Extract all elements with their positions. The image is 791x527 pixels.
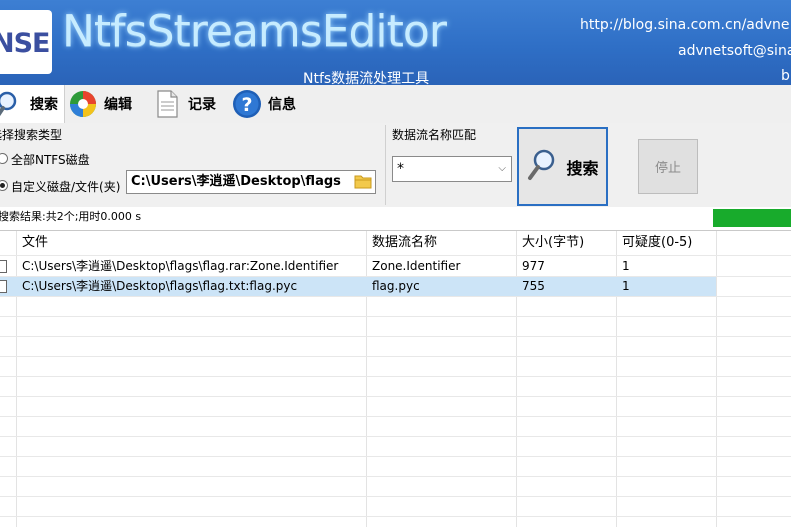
magnifier-icon bbox=[0, 89, 24, 119]
cell-stream-name: Zone.Identifier bbox=[372, 259, 461, 273]
tab-edit[interactable]: 编辑 bbox=[68, 85, 132, 123]
tab-info[interactable]: ? 信息 bbox=[232, 85, 296, 123]
grid-line bbox=[0, 356, 791, 357]
search-type-group-label: 选择搜索类型 bbox=[0, 128, 63, 142]
app-title: NtfsStreamsEditor bbox=[62, 6, 447, 57]
document-icon bbox=[152, 89, 182, 119]
cell-file: C:\Users\李逍遥\Desktop\flags\flag.txt:flag… bbox=[22, 279, 298, 293]
cell-size: 755 bbox=[522, 279, 545, 293]
progress-bar bbox=[713, 209, 791, 227]
stop-button-label: 停止 bbox=[654, 161, 681, 176]
stream-match-value: * bbox=[397, 161, 404, 177]
radio-custom-path-label: 自定义磁盘/文件(夹) bbox=[11, 180, 121, 194]
tab-search[interactable]: 搜索 bbox=[0, 85, 65, 123]
search-button-label: 搜索 bbox=[566, 158, 599, 178]
app-banner: NSE NtfsStreamsEditor Ntfs数据流处理工具 http:/… bbox=[0, 0, 791, 85]
author-url-link[interactable]: http://blog.sina.com.cn/advne bbox=[580, 17, 790, 33]
grid-line bbox=[0, 516, 791, 517]
grid-line bbox=[0, 376, 791, 377]
column-header-stream-name[interactable]: 数据流名称 bbox=[366, 231, 516, 255]
path-input[interactable]: C:\Users\李逍遥\Desktop\flags bbox=[126, 170, 376, 194]
grid-line bbox=[0, 396, 791, 397]
options-divider bbox=[385, 125, 386, 205]
cell-suspicion: 1 bbox=[622, 279, 630, 293]
grid-line bbox=[0, 476, 791, 477]
column-header-size[interactable]: 大小(字节) bbox=[516, 231, 616, 255]
grid-line bbox=[0, 296, 791, 297]
stream-match-select[interactable]: * ⌵ bbox=[392, 156, 512, 182]
author-email-link[interactable]: advnetsoft@sina bbox=[678, 43, 791, 59]
tab-records[interactable]: 记录 bbox=[152, 85, 216, 123]
result-status-text: 搜索结果:共2个;用时0.000 s bbox=[0, 210, 142, 223]
grid-line bbox=[0, 316, 791, 317]
grid-line bbox=[0, 436, 791, 437]
column-header-file[interactable]: 文件 bbox=[16, 231, 366, 255]
column-header-suspicion[interactable]: 可疑度(0-5) bbox=[616, 231, 716, 255]
row-checkbox[interactable] bbox=[0, 260, 7, 273]
toolbar: 搜索 编辑 记录 ? 信息 bbox=[0, 85, 791, 124]
tab-search-label: 搜索 bbox=[30, 97, 58, 113]
stop-button[interactable]: 停止 bbox=[638, 139, 698, 194]
cell-stream-name: flag.pyc bbox=[372, 279, 420, 293]
grid-line bbox=[0, 276, 791, 277]
chevron-down-icon: ⌵ bbox=[498, 163, 506, 174]
cell-size: 977 bbox=[522, 259, 545, 273]
banner-extra-text: b bbox=[781, 68, 790, 84]
tab-info-label: 信息 bbox=[268, 97, 296, 113]
edit-icon bbox=[68, 89, 98, 119]
grid-line bbox=[0, 456, 791, 457]
stream-match-label: 数据流名称匹配 bbox=[392, 128, 477, 142]
grid-line bbox=[0, 496, 791, 497]
logo-text: NSE bbox=[0, 28, 51, 59]
progress-fill bbox=[713, 209, 791, 227]
grid-line bbox=[0, 416, 791, 417]
search-button[interactable]: 搜索 bbox=[517, 127, 608, 206]
cell-file: C:\Users\李逍遥\Desktop\flags\flag.rar:Zone… bbox=[22, 259, 339, 273]
app-subtitle: Ntfs数据流处理工具 bbox=[303, 71, 430, 85]
results-table: 文件 数据流名称 大小(字节) 可疑度(0-5) C:\Users\李逍遥\De… bbox=[0, 230, 791, 527]
svg-text:?: ? bbox=[241, 94, 252, 116]
help-icon: ? bbox=[232, 89, 262, 119]
radio-all-ntfs-label: 全部NTFS磁盘 bbox=[11, 153, 90, 167]
row-checkbox[interactable] bbox=[0, 280, 7, 293]
search-button-icon bbox=[526, 148, 558, 186]
tab-edit-label: 编辑 bbox=[104, 97, 132, 113]
tab-records-label: 记录 bbox=[188, 97, 216, 113]
folder-browse-icon[interactable] bbox=[354, 173, 372, 189]
cell-suspicion: 1 bbox=[622, 259, 630, 273]
grid-line bbox=[0, 336, 791, 337]
